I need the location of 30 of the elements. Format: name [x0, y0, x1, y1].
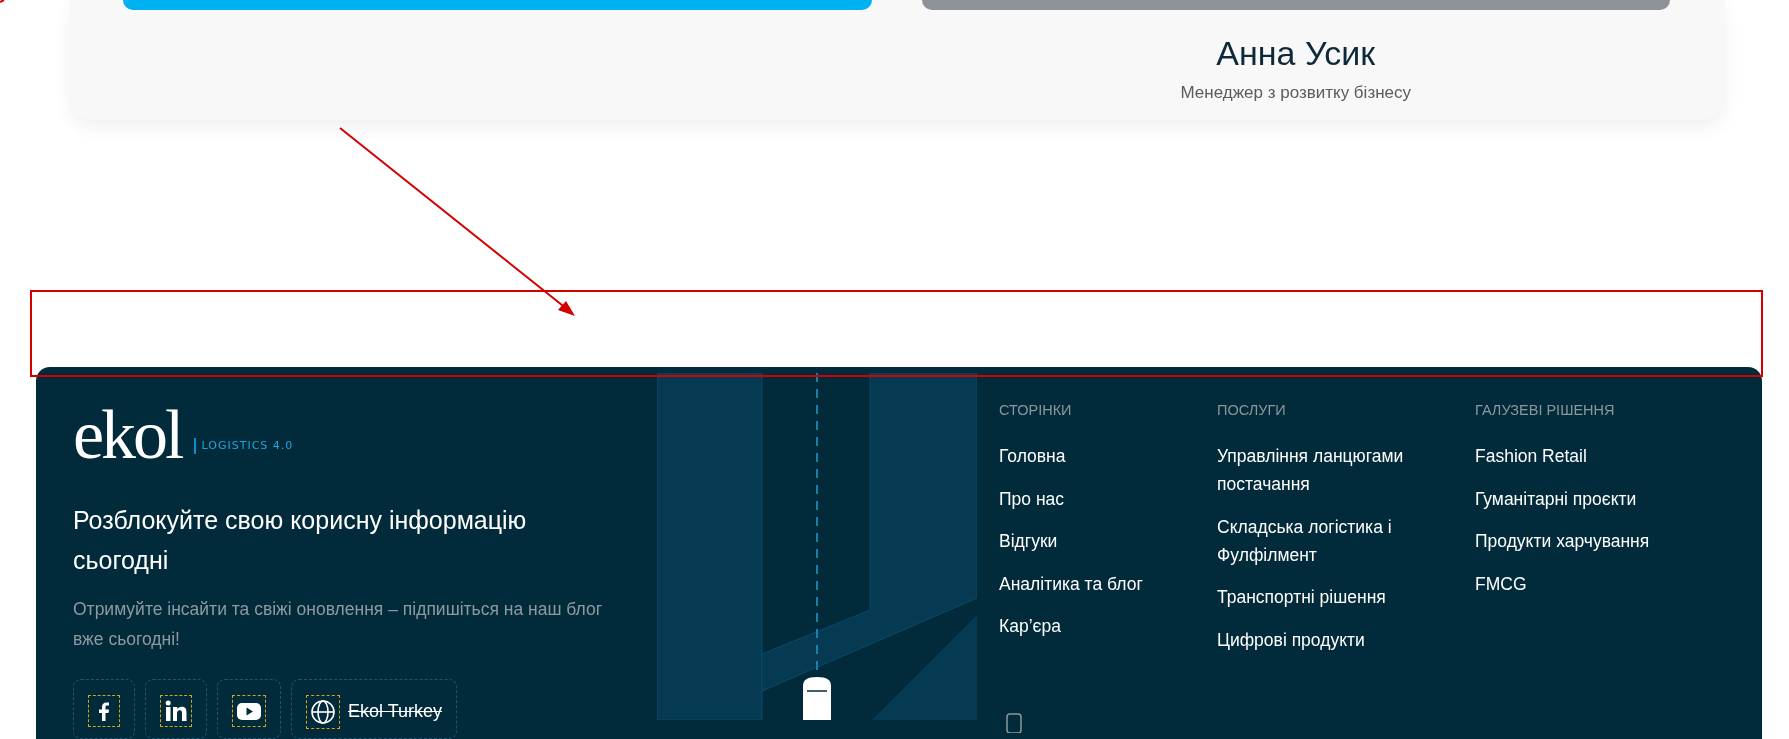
footer-link[interactable]: Складська логістика і Фулфілмент: [1217, 512, 1475, 569]
footer-link[interactable]: Головна: [999, 442, 1217, 470]
social-link[interactable]: [145, 679, 207, 739]
annotation-mark: [0, 0, 5, 3]
linkedin-icon: [164, 699, 188, 723]
social-link[interactable]: [73, 679, 135, 739]
footer-link[interactable]: Кар’єра: [999, 612, 1217, 640]
footer-heading: Розблокуйте свою корисну інформацію сьогодні: [73, 505, 528, 576]
footer-link[interactable]: Продукти харчування: [1475, 527, 1715, 555]
social-link[interactable]: [217, 679, 281, 739]
footer-link[interactable]: Fashion Retail: [1475, 442, 1715, 470]
footer-link[interactable]: Гуманітарні проєкти: [1475, 484, 1715, 513]
website-link[interactable]: Ekol Turkey: [291, 679, 458, 739]
footer-link[interactable]: Цифрові продукти: [1217, 625, 1475, 654]
person-name: Анна Усик: [1216, 34, 1376, 73]
footer-subtext: Отримуйте інсайти та свіжі оновлення – підпишіться на наш блог вже сьогодні!: [73, 598, 604, 651]
logo-wordmark[interactable]: ekol: [73, 404, 186, 466]
footer-link[interactable]: Аналітика та блог: [999, 569, 1217, 598]
footer-link[interactable]: Про нас: [999, 484, 1217, 513]
footer-link[interactable]: Відгуки: [999, 527, 1217, 555]
logo-tagline: LOGISTICS 4.0: [193, 438, 294, 454]
person-role: Менеджер з розвитку бізнесу: [1180, 83, 1411, 103]
phone-icon: [1005, 713, 1023, 733]
footer-link[interactable]: FMCG: [1475, 569, 1715, 598]
footer-link[interactable]: Управління ланцюгами постачання: [1217, 442, 1475, 498]
globe-icon: [310, 699, 336, 725]
column-heading: СТОРІНКИ: [999, 402, 1073, 418]
column-heading: ПОСЛУГИ: [1217, 402, 1287, 418]
column-heading: ГАЛУЗЕВІ РІШЕННЯ: [1475, 402, 1616, 418]
footer-link[interactable]: Транспортні рішення: [1217, 583, 1475, 611]
